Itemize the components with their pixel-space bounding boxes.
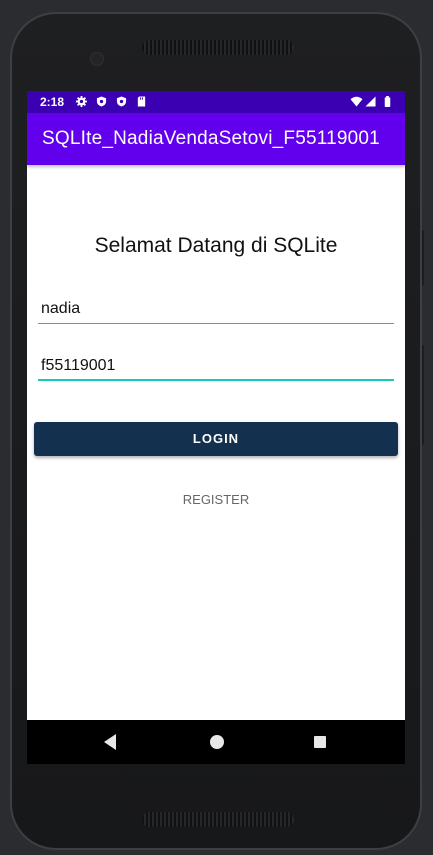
login-button[interactable]: LOGIN: [34, 422, 398, 456]
device-screen: 2:18 SQLIte_NadiaVendaSetovi_F55119001 S…: [27, 91, 405, 764]
navigation-bar: [27, 720, 405, 764]
home-icon[interactable]: [210, 735, 224, 749]
signal-icon: [365, 96, 376, 107]
password-input[interactable]: [38, 351, 394, 381]
status-time: 2:18: [40, 95, 65, 109]
welcome-heading: Selamat Datang di SQLite: [94, 234, 338, 257]
sd-card-icon: [137, 96, 146, 107]
device-frame: 2:18 SQLIte_NadiaVendaSetovi_F55119001 S…: [0, 0, 433, 855]
password-field[interactable]: [38, 351, 394, 381]
front-camera: [90, 52, 104, 66]
recents-icon[interactable]: [314, 736, 326, 748]
top-speaker: [142, 40, 294, 55]
username-underline: [38, 323, 394, 324]
back-icon[interactable]: [104, 734, 116, 750]
wifi-icon: [350, 96, 363, 107]
password-underline: [38, 379, 394, 381]
username-input[interactable]: [38, 294, 394, 324]
battery-icon: [384, 96, 391, 107]
app-bar: SQLIte_NadiaVendaSetovi_F55119001: [27, 113, 405, 165]
username-field[interactable]: [38, 294, 394, 324]
shield-icon: [96, 96, 107, 107]
gear-icon: [76, 96, 87, 107]
register-link[interactable]: REGISTER: [27, 492, 405, 507]
shield-icon: [116, 96, 127, 107]
bottom-speaker: [142, 812, 294, 827]
app-title: SQLIte_NadiaVendaSetovi_F55119001: [42, 128, 380, 149]
status-bar: 2:18: [27, 91, 405, 113]
